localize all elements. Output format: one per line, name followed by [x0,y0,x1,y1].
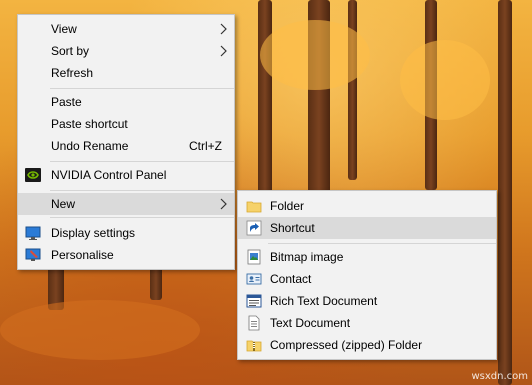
submenu-item-shortcut[interactable]: Shortcut [238,217,496,239]
personalise-icon [25,248,41,261]
chevron-right-icon [220,45,227,57]
menu-separator [50,88,234,89]
submenu-item-label: Compressed (zipped) Folder [270,338,423,352]
submenu-item-label: Bitmap image [270,250,344,264]
menu-item-label: New [51,197,76,211]
new-submenu: Folder Shortcut Bitmap image Contact Ric… [237,190,497,360]
text-document-icon [248,315,260,331]
menu-item-refresh[interactable]: Refresh [18,62,234,84]
menu-item-label: Refresh [51,66,94,80]
submenu-item-label: Text Document [270,316,351,330]
display-settings-icon [25,226,41,240]
watermark: wsxdn.com [471,371,528,382]
submenu-item-label: Folder [270,199,305,213]
contact-icon [246,273,262,285]
rich-text-document-icon [246,294,262,308]
menu-item-label: Undo Rename [51,139,129,153]
menu-item-undo-rename[interactable]: Undo Rename Ctrl+Z [18,135,234,157]
submenu-item-bitmap-image[interactable]: Bitmap image [238,246,496,268]
menu-item-label: View [51,22,77,36]
menu-separator [50,217,234,218]
menu-item-paste[interactable]: Paste [18,91,234,113]
menu-item-new[interactable]: New [18,193,234,215]
submenu-item-label: Rich Text Document [270,294,378,308]
menu-separator [268,243,496,244]
menu-item-label: Paste shortcut [51,117,128,131]
menu-item-label: Sort by [51,44,90,58]
menu-separator [50,190,234,191]
menu-item-view[interactable]: View [18,18,234,40]
foliage [0,300,200,360]
submenu-item-folder[interactable]: Folder [238,195,496,217]
submenu-item-text-document[interactable]: Text Document [238,312,496,334]
keyboard-shortcut: Ctrl+Z [189,139,222,153]
tree-trunk [498,0,512,385]
submenu-item-label: Contact [270,272,312,286]
submenu-item-contact[interactable]: Contact [238,268,496,290]
chevron-right-icon [220,23,227,35]
chevron-right-icon [220,198,227,210]
shortcut-icon [246,220,262,236]
menu-item-paste-shortcut[interactable]: Paste shortcut [18,113,234,135]
menu-item-sort-by[interactable]: Sort by [18,40,234,62]
submenu-item-label: Shortcut [270,221,315,235]
nvidia-icon [25,168,41,182]
menu-item-personalise[interactable]: Personalise [18,244,234,266]
menu-item-label: Personalise [51,248,114,262]
menu-item-label: Paste [51,95,82,109]
menu-separator [50,161,234,162]
foliage [260,20,370,90]
zip-folder-icon [246,340,262,352]
foliage [400,40,490,120]
submenu-item-compressed-folder[interactable]: Compressed (zipped) Folder [238,334,496,356]
folder-icon [246,201,262,213]
bitmap-image-icon [247,249,261,265]
menu-item-display-settings[interactable]: Display settings [18,222,234,244]
menu-item-label: Display settings [51,226,136,240]
menu-item-nvidia-control-panel[interactable]: NVIDIA Control Panel [18,164,234,186]
menu-item-label: NVIDIA Control Panel [51,168,167,182]
desktop-context-menu: View Sort by Refresh Paste Paste shortcu… [17,14,235,270]
submenu-item-rich-text-document[interactable]: Rich Text Document [238,290,496,312]
